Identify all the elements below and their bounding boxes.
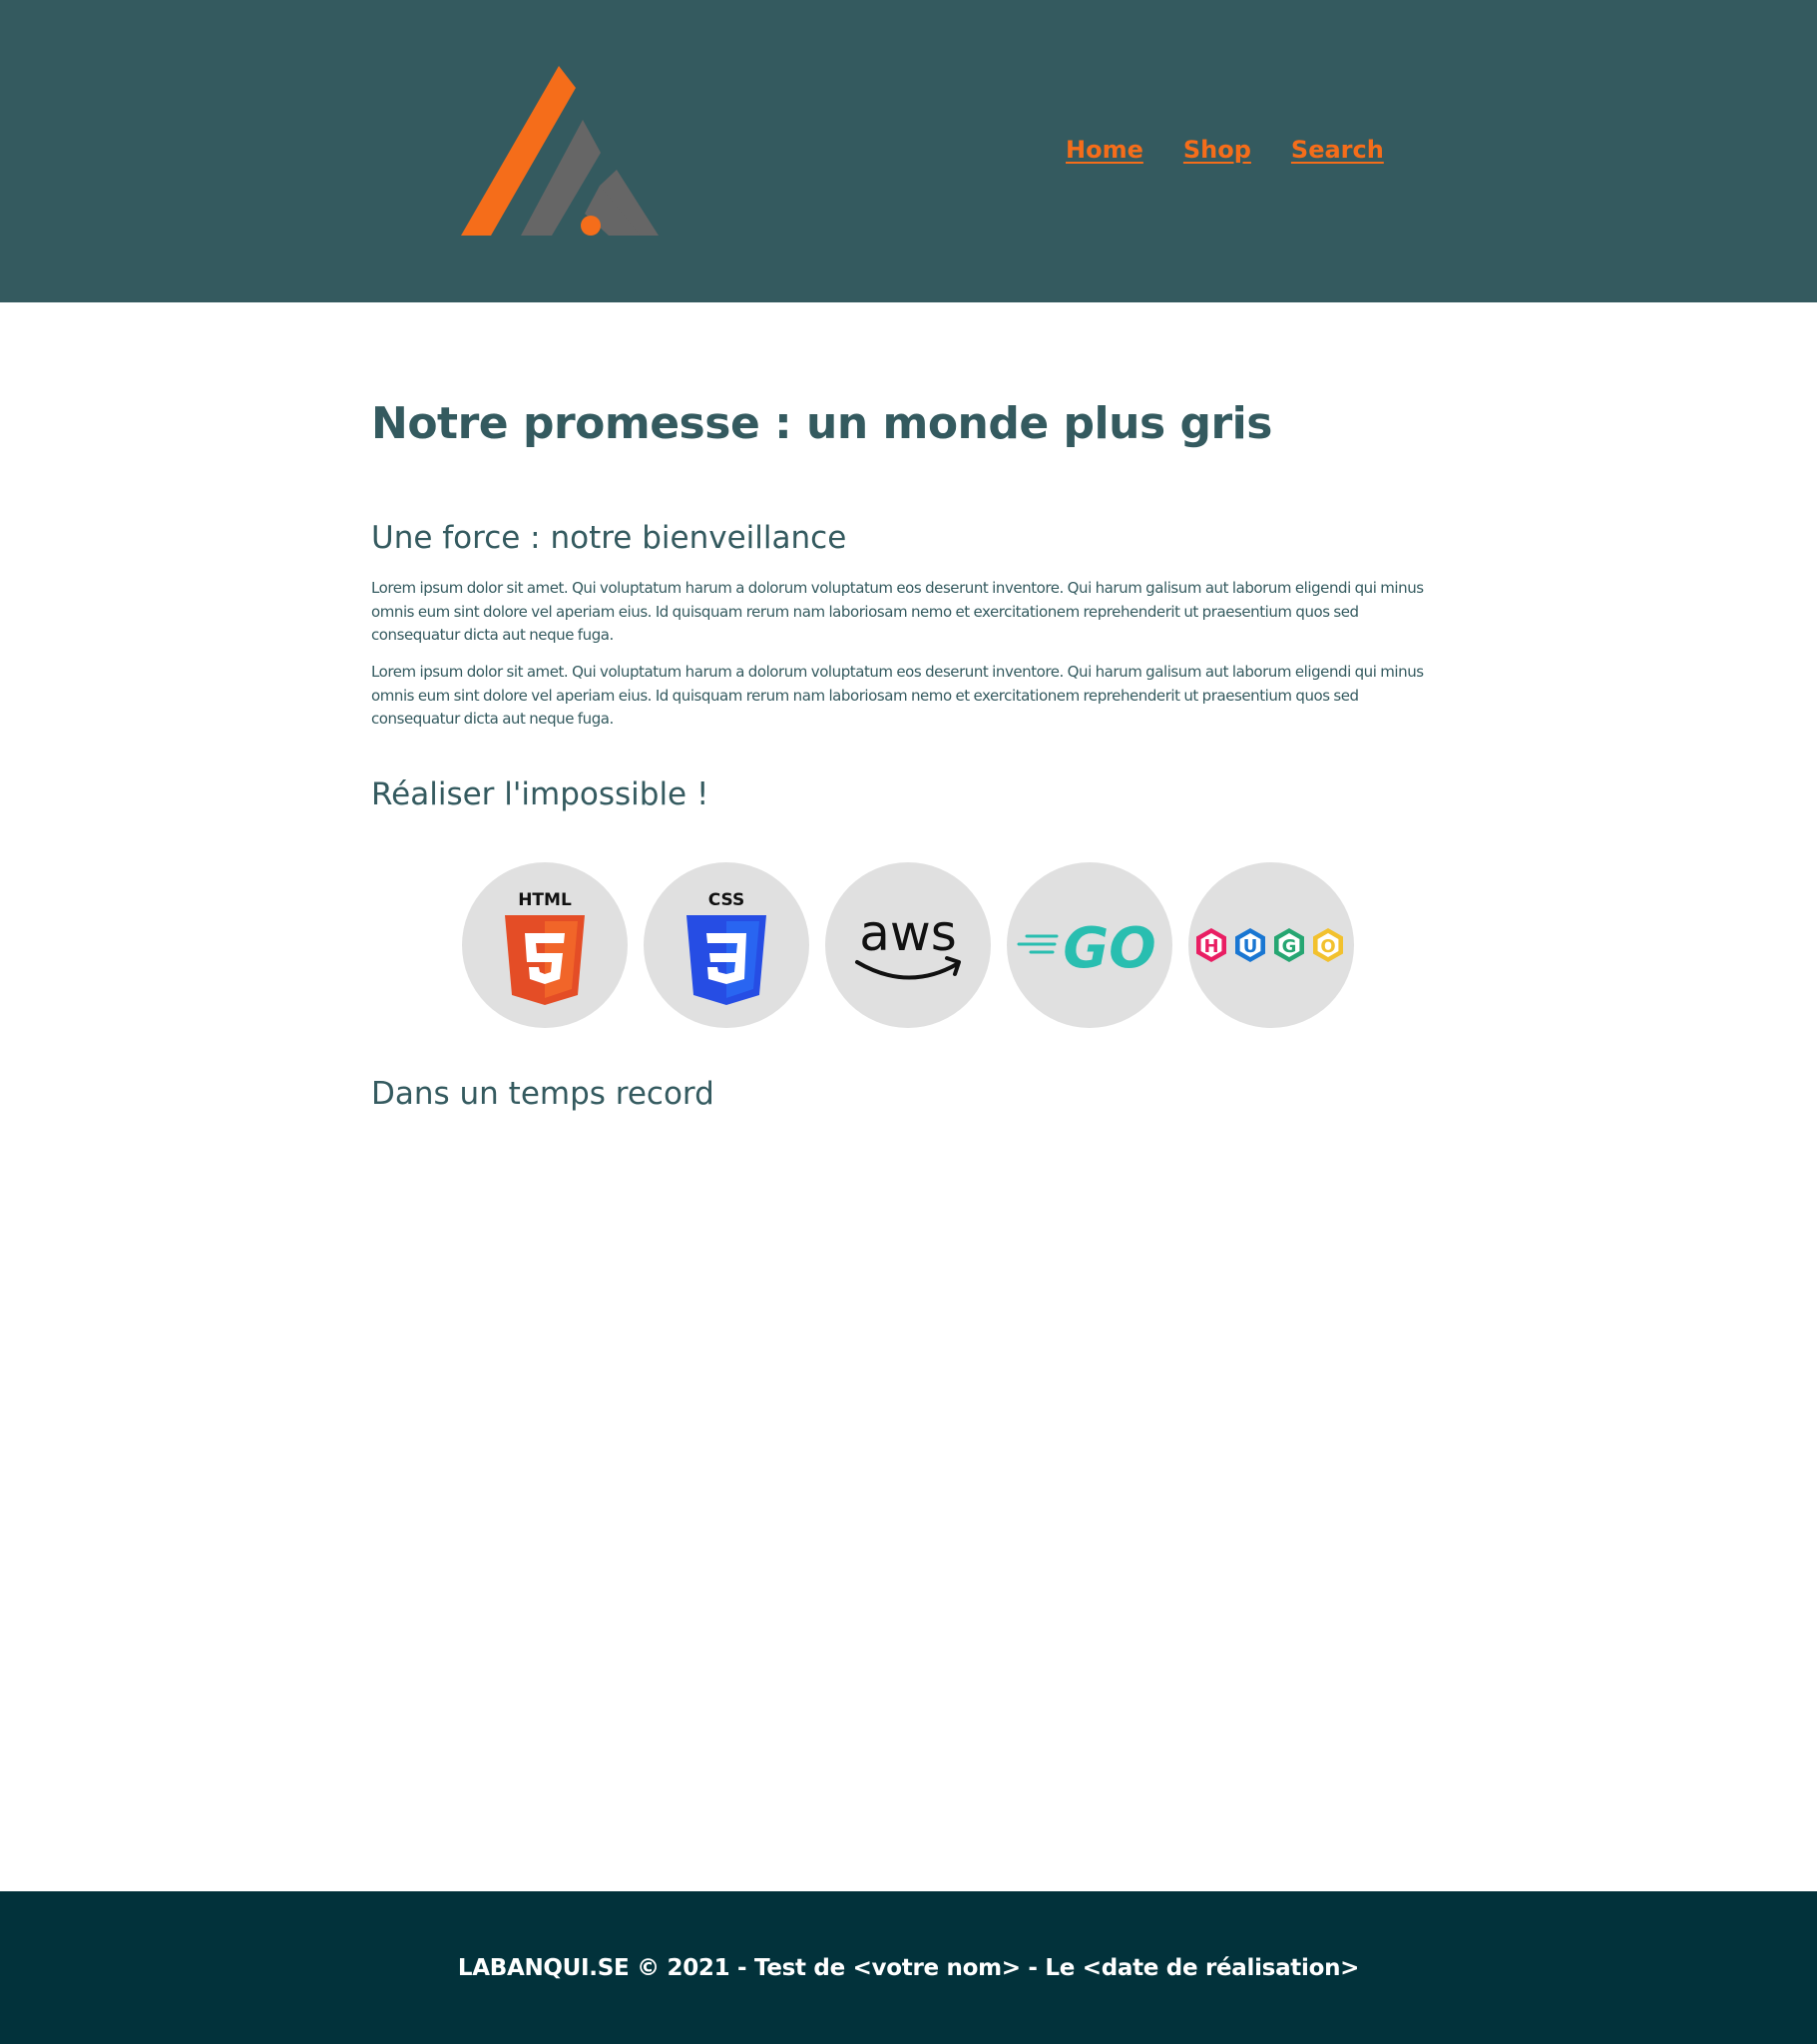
nav-home-link[interactable]: Home	[1066, 136, 1143, 164]
site-footer: LABANQUI.SE © 2021 - Test de <votre nom>…	[0, 1891, 1817, 2044]
css3-icon: CSS	[686, 890, 766, 1005]
aws-logo: aws	[825, 862, 991, 1028]
main-nav: Home Shop Search	[1066, 136, 1384, 164]
footer-copyright: LABANQUI.SE © 2021 - Test de <votre nom>…	[457, 1954, 1360, 1981]
html5-logo: HTML	[462, 862, 628, 1028]
section-paragraph: Lorem ipsum dolor sit amet. Qui voluptat…	[371, 663, 1424, 728]
labanquise-logo[interactable]	[461, 66, 659, 238]
svg-text:G: G	[1282, 936, 1297, 957]
section-heading-impossible: Réaliser l'impossible !	[371, 776, 709, 812]
section-heading-force: Une force : notre bienveillance	[371, 520, 847, 556]
site-header: Home Shop Search	[0, 0, 1817, 302]
go-logo: GO	[1007, 862, 1172, 1028]
html5-icon: HTML	[505, 890, 585, 1005]
svg-text:U: U	[1243, 936, 1258, 957]
nav-shop-link[interactable]: Shop	[1183, 136, 1251, 164]
svg-text:aws: aws	[859, 904, 957, 962]
nav-search-link[interactable]: Search	[1291, 136, 1384, 164]
aws-icon: aws	[855, 904, 961, 980]
hugo-logo: H U G O	[1188, 862, 1354, 1028]
svg-text:CSS: CSS	[708, 890, 745, 910]
technology-logos: HTML CSS aws GO H U G O	[462, 862, 1354, 1028]
svg-text:HTML: HTML	[518, 890, 572, 910]
go-icon: GO	[1017, 916, 1156, 980]
svg-text:O: O	[1320, 936, 1335, 957]
section-paragraph: Lorem ipsum dolor sit amet. Qui voluptat…	[371, 579, 1424, 644]
logo-graphic	[461, 66, 659, 236]
svg-text:H: H	[1203, 936, 1218, 957]
section-heading-record: Dans un temps record	[371, 1076, 714, 1112]
css3-logo: CSS	[644, 862, 809, 1028]
hugo-icon: H U G O	[1196, 928, 1343, 962]
svg-text:GO: GO	[1063, 916, 1156, 980]
page-title: Notre promesse : un monde plus gris	[371, 398, 1272, 449]
